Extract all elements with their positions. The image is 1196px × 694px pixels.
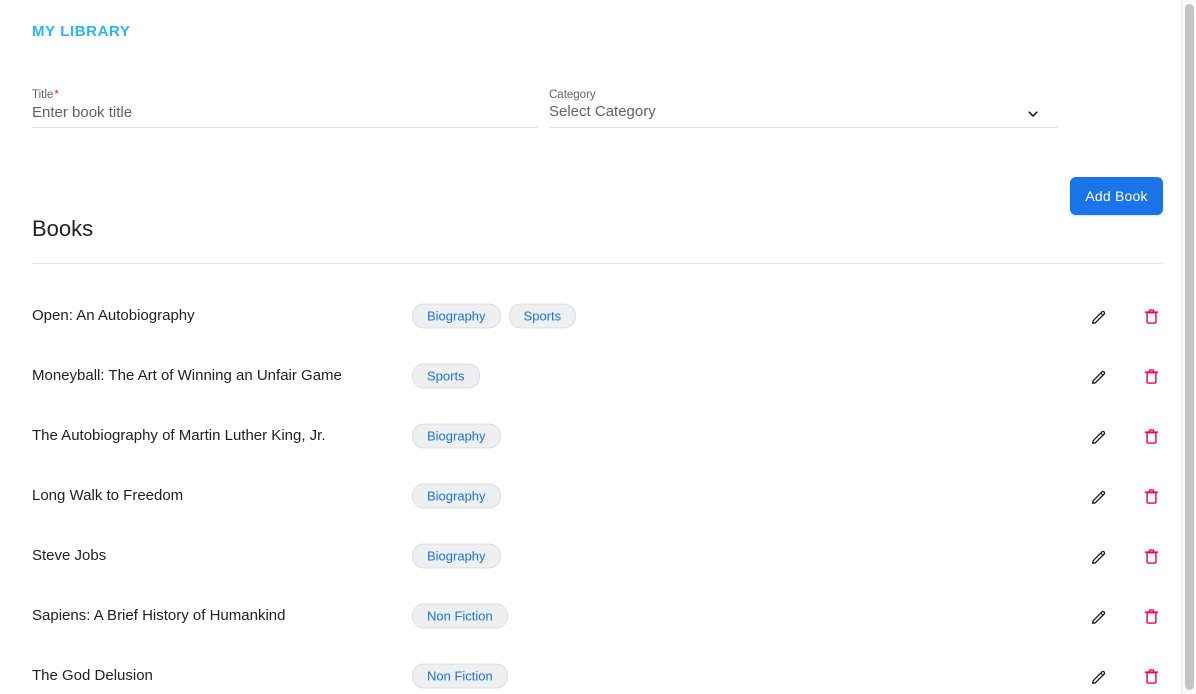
delete-book-button[interactable] bbox=[1139, 664, 1163, 688]
table-row: Moneyball: The Art of Winning an Unfair … bbox=[0, 346, 1181, 406]
title-input[interactable] bbox=[32, 102, 538, 128]
category-select-wrap: Select Category bbox=[549, 102, 1058, 128]
book-title: Sapiens: A Brief History of Humankind bbox=[32, 607, 286, 624]
row-actions bbox=[1087, 604, 1163, 628]
book-title: Open: An Autobiography bbox=[32, 307, 195, 324]
category-tag[interactable]: Biography bbox=[412, 303, 501, 329]
category-tag-group: Sports bbox=[412, 363, 480, 389]
delete-book-button[interactable] bbox=[1139, 424, 1163, 448]
row-actions bbox=[1087, 544, 1163, 568]
category-tag[interactable]: Biography bbox=[412, 543, 501, 569]
table-row: The Autobiography of Martin Luther King,… bbox=[0, 406, 1181, 466]
add-book-form: Title* Category Select Category Add Book bbox=[0, 88, 1181, 215]
title-field-label: Title* bbox=[32, 88, 538, 102]
category-select[interactable]: Select Category bbox=[549, 102, 1058, 128]
delete-book-button[interactable] bbox=[1139, 364, 1163, 388]
row-actions bbox=[1087, 664, 1163, 688]
title-field-group: Title* bbox=[32, 88, 538, 128]
category-tag-group: Non Fiction bbox=[412, 663, 508, 689]
edit-book-button[interactable] bbox=[1087, 424, 1111, 448]
section-divider bbox=[32, 263, 1164, 264]
delete-book-button[interactable] bbox=[1139, 544, 1163, 568]
category-tag[interactable]: Biography bbox=[412, 423, 501, 449]
vertical-scrollbar[interactable] bbox=[1181, 0, 1196, 694]
book-title: The God Delusion bbox=[32, 667, 153, 684]
category-field-label: Category bbox=[549, 89, 596, 101]
table-row: Long Walk to Freedom Biography bbox=[0, 466, 1181, 526]
edit-book-button[interactable] bbox=[1087, 664, 1111, 688]
book-title: Moneyball: The Art of Winning an Unfair … bbox=[32, 367, 342, 384]
edit-book-button[interactable] bbox=[1087, 484, 1111, 508]
row-actions bbox=[1087, 304, 1163, 328]
title-label-text: Title bbox=[32, 89, 54, 101]
edit-book-button[interactable] bbox=[1087, 544, 1111, 568]
category-tag-group: Biography bbox=[412, 483, 501, 509]
edit-book-button[interactable] bbox=[1087, 364, 1111, 388]
app-root: MY LIBRARY Title* Category Select Catego… bbox=[0, 0, 1196, 694]
category-tag-group: Biography bbox=[412, 543, 501, 569]
book-title: The Autobiography of Martin Luther King,… bbox=[32, 427, 326, 444]
table-row: The God Delusion Non Fiction bbox=[0, 646, 1181, 694]
edit-book-button[interactable] bbox=[1087, 604, 1111, 628]
delete-book-button[interactable] bbox=[1139, 604, 1163, 628]
page-title: MY LIBRARY bbox=[32, 23, 131, 40]
book-title: Long Walk to Freedom bbox=[32, 487, 184, 504]
page-content: MY LIBRARY Title* Category Select Catego… bbox=[0, 0, 1181, 694]
category-tag[interactable]: Sports bbox=[508, 303, 577, 329]
row-actions bbox=[1087, 484, 1163, 508]
delete-book-button[interactable] bbox=[1139, 304, 1163, 328]
category-tag[interactable]: Non Fiction bbox=[412, 603, 508, 629]
category-tag-group: Non Fiction bbox=[412, 603, 508, 629]
table-row: Sapiens: A Brief History of Humankind Non… bbox=[0, 586, 1181, 646]
book-title: Steve Jobs bbox=[32, 547, 107, 564]
table-row: Open: An Autobiography Biography Sports bbox=[0, 286, 1181, 346]
row-actions bbox=[1087, 424, 1163, 448]
required-asterisk: * bbox=[54, 89, 59, 101]
category-tag[interactable]: Biography bbox=[412, 483, 501, 509]
category-tag[interactable]: Non Fiction bbox=[412, 663, 508, 689]
book-list: Open: An Autobiography Biography Sports Mon… bbox=[0, 286, 1181, 694]
category-tag[interactable]: Sports bbox=[412, 363, 480, 389]
category-field-group: Category Select Category bbox=[549, 88, 1058, 128]
delete-book-button[interactable] bbox=[1139, 484, 1163, 508]
scrollbar-thumb[interactable] bbox=[1185, 4, 1194, 690]
category-tag-group: Biography bbox=[412, 423, 501, 449]
add-book-button[interactable]: Add Book bbox=[1070, 177, 1163, 215]
table-row: Steve Jobs Biography bbox=[0, 526, 1181, 586]
edit-book-button[interactable] bbox=[1087, 304, 1111, 328]
row-actions bbox=[1087, 364, 1163, 388]
category-tag-group: Biography Sports bbox=[412, 303, 577, 329]
books-heading: Books bbox=[32, 216, 94, 241]
